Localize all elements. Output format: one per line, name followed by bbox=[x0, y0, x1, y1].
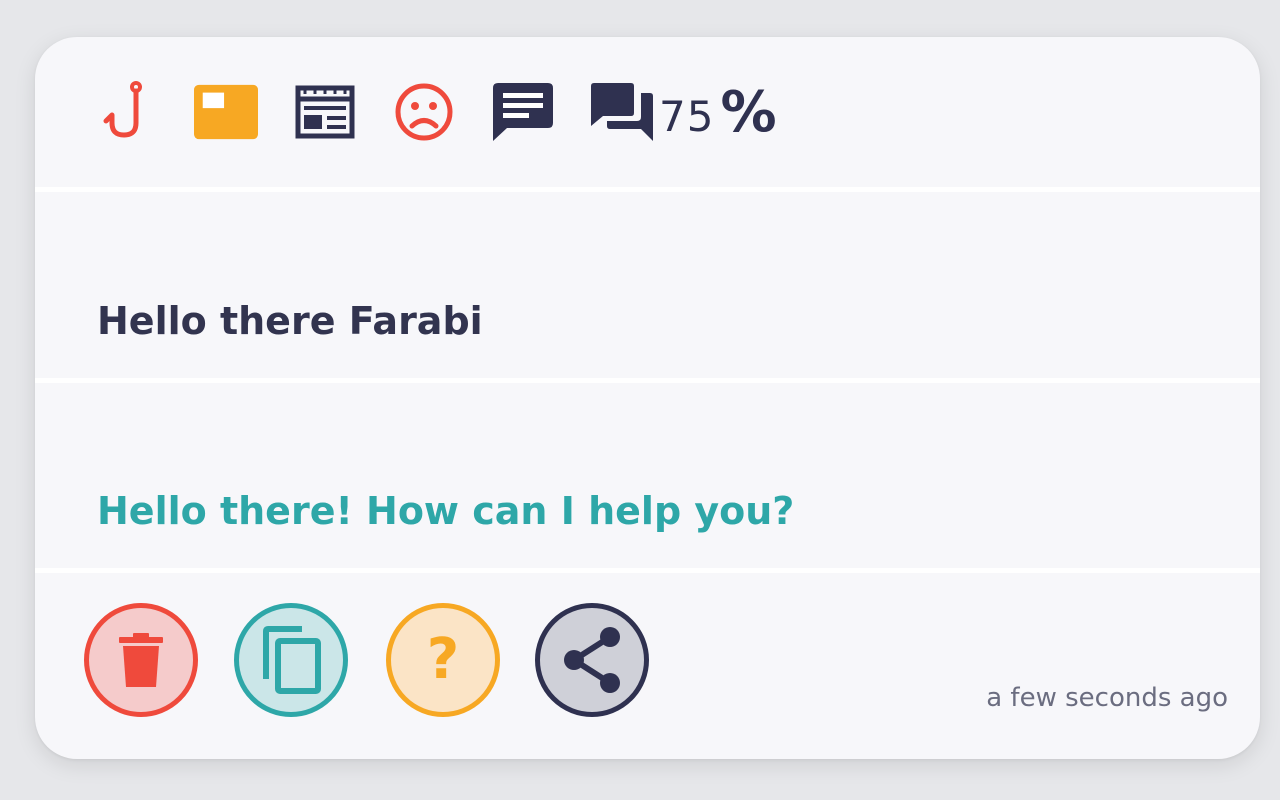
message-card: 75 % Hello there Farabi Hello there! How… bbox=[35, 37, 1260, 759]
percent-sign: % bbox=[720, 79, 778, 145]
help-button[interactable]: ? bbox=[386, 603, 500, 717]
divider bbox=[35, 187, 1260, 192]
confidence-value: 75 bbox=[659, 91, 715, 141]
forum-icon[interactable] bbox=[590, 80, 654, 144]
message-timestamp: a few seconds ago bbox=[986, 683, 1228, 713]
hook-icon[interactable] bbox=[95, 80, 159, 144]
copy-icon bbox=[263, 626, 321, 694]
message-toolbar: 75 % bbox=[35, 37, 1260, 187]
newspaper-icon[interactable] bbox=[293, 80, 357, 144]
divider bbox=[35, 378, 1260, 383]
trash-icon bbox=[119, 633, 163, 687]
confidence-percent: 75 % bbox=[659, 80, 778, 145]
user-message: Hello there Farabi bbox=[97, 299, 483, 343]
delete-button[interactable] bbox=[84, 603, 198, 717]
message-footer: ? a few seconds ago bbox=[35, 573, 1260, 759]
share-icon bbox=[564, 627, 620, 693]
question-mark-icon: ? bbox=[426, 627, 460, 692]
share-button[interactable] bbox=[535, 603, 649, 717]
bot-response: Hello there! How can I help you? bbox=[97, 489, 795, 533]
sad-face-icon[interactable] bbox=[392, 80, 456, 144]
message-icon[interactable] bbox=[491, 80, 555, 144]
copy-button[interactable] bbox=[234, 603, 348, 717]
label-icon[interactable] bbox=[194, 80, 258, 144]
